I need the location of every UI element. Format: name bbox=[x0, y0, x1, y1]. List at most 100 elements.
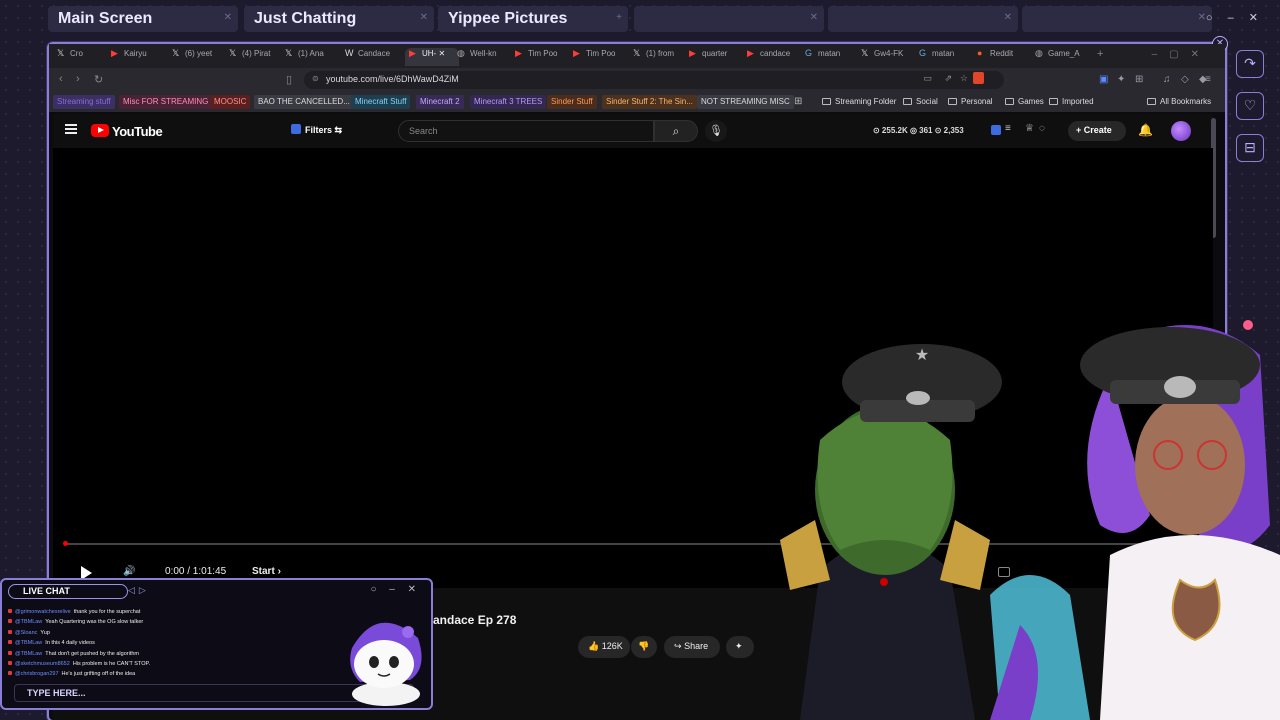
url-field[interactable]: ⊜ youtube.com/live/6DhWawD4ZiM ▭ ⇗ ☆ bbox=[304, 71, 1004, 89]
chat-icon[interactable]: ◌ bbox=[1039, 123, 1045, 134]
bookmark-item[interactable]: Streaming stuff bbox=[53, 95, 115, 109]
scene-tab-label: Just Chatting bbox=[254, 10, 357, 27]
bookmark-folder[interactable]: Imported bbox=[1049, 97, 1094, 106]
close-icon[interactable]: ✕ bbox=[1004, 12, 1012, 23]
chat-username: @TBMLaw bbox=[15, 619, 43, 626]
browser-tab[interactable]: 𝕏 (1) Ana bbox=[285, 48, 339, 66]
browser-tab[interactable]: Gmatan bbox=[805, 48, 859, 66]
extension-icon[interactable]: ⊞ bbox=[1135, 74, 1143, 85]
chevron-left-icon[interactable]: ◁ bbox=[128, 585, 139, 595]
scene-tab-empty[interactable]: ✕ bbox=[1022, 6, 1212, 32]
site-info-icon[interactable]: ⊜ bbox=[312, 74, 319, 83]
avatar[interactable] bbox=[1171, 121, 1191, 141]
browser-tab[interactable]: 𝕏 (6) yeet bbox=[172, 48, 226, 66]
bookmark-item[interactable]: Minecraft 2 bbox=[416, 95, 464, 109]
wallet-icon[interactable]: ◇ bbox=[1181, 74, 1189, 85]
bookmark-folder[interactable]: Games bbox=[1005, 97, 1044, 106]
filters-button[interactable]: Filters ⇆ bbox=[291, 124, 342, 136]
chat-window-controls[interactable]: ○ – ✕ bbox=[370, 584, 421, 595]
music-icon[interactable]: ♫ bbox=[1163, 74, 1171, 85]
scene-tab-main-screen[interactable]: Main Screen ✕ bbox=[48, 6, 238, 32]
scene-tab-empty[interactable]: ✕ bbox=[634, 6, 824, 32]
browser-tab[interactable]: ▶ quarter bbox=[689, 48, 743, 66]
browser-tab[interactable]: ▶ UH- ✕ bbox=[405, 48, 459, 66]
scene-tab-just-chatting[interactable]: Just Chatting ✕ bbox=[244, 6, 434, 32]
bookmark-folder[interactable]: Social bbox=[903, 97, 938, 106]
close-icon[interactable]: ✕ bbox=[1198, 12, 1206, 23]
ai-button[interactable]: ✦ bbox=[726, 636, 754, 658]
browser-tab[interactable]: 𝕏 (4) Pirat bbox=[229, 48, 283, 66]
bookmark-item[interactable]: MOOSIC bbox=[210, 95, 251, 109]
brave-shield-icon[interactable] bbox=[973, 72, 984, 84]
progress-scrubber[interactable] bbox=[63, 541, 68, 546]
bookmark-folder[interactable]: Personal bbox=[948, 97, 993, 106]
create-button[interactable]: + Create bbox=[1068, 121, 1126, 141]
share-arrow-icon[interactable]: ↷ bbox=[1236, 50, 1264, 78]
chat-nav[interactable]: ◁▷ bbox=[128, 585, 150, 596]
filter-extension-icon bbox=[291, 124, 301, 134]
close-icon[interactable]: ✕ bbox=[420, 12, 428, 23]
hamburger-menu-icon[interactable] bbox=[65, 124, 77, 134]
scene-tab-yippee-pictures[interactable]: Yippee Pictures + bbox=[438, 6, 628, 32]
browser-tab[interactable]: ▶ Tim Poo bbox=[573, 48, 627, 66]
share-icon[interactable]: ⇗ bbox=[944, 73, 952, 84]
browser-tab[interactable]: ▶ Kairyu bbox=[111, 48, 165, 66]
extension-icon[interactable]: ✦ bbox=[1117, 74, 1125, 85]
browser-tab[interactable]: 𝕏 Cro bbox=[57, 48, 111, 66]
notifications-bell-icon[interactable]: 🔔 bbox=[1138, 123, 1153, 137]
youtube-logo-icon[interactable] bbox=[91, 124, 109, 137]
back-icon[interactable]: ‹ bbox=[59, 73, 63, 85]
close-icon[interactable]: ✕ bbox=[224, 12, 232, 23]
close-icon[interactable]: + bbox=[616, 12, 622, 23]
bookmark-icon[interactable]: ⊟ bbox=[1236, 134, 1264, 162]
extension-icon[interactable]: ▣ bbox=[1099, 74, 1108, 85]
close-icon[interactable]: ✕ bbox=[436, 49, 445, 58]
all-bookmarks[interactable]: All Bookmarks bbox=[1147, 97, 1211, 106]
browser-tab[interactable]: Gmatan bbox=[919, 48, 973, 66]
dislike-button[interactable]: 👎 bbox=[631, 636, 657, 658]
like-button[interactable]: 👍 126K bbox=[578, 636, 630, 658]
star-icon[interactable]: ☆ bbox=[960, 73, 968, 84]
reload-icon[interactable]: ↻ bbox=[94, 73, 103, 86]
volume-icon[interactable]: 🔊 bbox=[123, 566, 135, 577]
search-input[interactable]: Search bbox=[398, 120, 654, 142]
list-icon[interactable]: ≡ bbox=[1005, 123, 1011, 134]
apps-grid-icon[interactable]: ⊞ bbox=[794, 96, 802, 107]
window-controls[interactable]: ○ – ✕ bbox=[1206, 11, 1264, 24]
youtube-logo-text[interactable]: YouTube bbox=[112, 124, 163, 139]
bookmark-item[interactable]: Sinder Stuff 2: The Sin... bbox=[602, 95, 697, 109]
scene-tab-empty[interactable]: ✕ bbox=[828, 6, 1018, 32]
bookmark-icon[interactable]: ▯ bbox=[286, 73, 292, 86]
new-tab-icon[interactable]: + bbox=[1097, 48, 1103, 60]
youtube-icon: ▶ bbox=[747, 48, 754, 58]
bookmark-folder[interactable]: Streaming Folder bbox=[822, 97, 896, 106]
browser-tab[interactable]: 𝕏 Gw4-FK bbox=[861, 48, 915, 66]
chevron-right-icon[interactable]: ▷ bbox=[139, 585, 150, 595]
bookmark-item[interactable]: Sinder Stuff bbox=[547, 95, 597, 109]
browser-tab[interactable]: ● Reddit bbox=[977, 48, 1031, 66]
bookmark-item[interactable]: Minecraft Stuff bbox=[351, 95, 411, 109]
browser-tab[interactable]: ◍ Game_A bbox=[1035, 48, 1089, 66]
browser-tab[interactable]: W Candace bbox=[345, 48, 399, 66]
chapter-button[interactable]: Start › bbox=[252, 566, 281, 577]
browser-tab[interactable]: ▶ candace bbox=[747, 48, 801, 66]
browser-window-controls[interactable]: –▢✕ bbox=[1152, 49, 1211, 60]
search-button[interactable]: ⌕ bbox=[654, 120, 698, 142]
hamburger-menu-icon[interactable]: ≡ bbox=[1205, 74, 1211, 85]
bookmark-item[interactable]: BAO THE CANCELLED... bbox=[254, 95, 354, 109]
chat-message: @sketchmuseum8652 His problem is he CAN'T… bbox=[8, 659, 338, 669]
forward-icon[interactable]: › bbox=[76, 73, 80, 85]
browser-tab[interactable]: 𝕏 (1) from bbox=[633, 48, 687, 66]
cast-icon[interactable]: ▭ bbox=[923, 73, 932, 84]
bookmark-item[interactable]: NOT STREAMING MISC bbox=[697, 95, 794, 109]
bookmark-item[interactable]: Misc FOR STREAMING bbox=[119, 95, 213, 109]
browser-tab[interactable]: ◍ Well-kn bbox=[457, 48, 511, 66]
share-button[interactable]: ↪ Share bbox=[664, 636, 720, 658]
voice-search-button[interactable]: 🎙 bbox=[705, 120, 727, 142]
bookmark-item[interactable]: Minecraft 3 TREES bbox=[470, 95, 547, 109]
trophy-icon[interactable]: ♕ bbox=[1025, 123, 1034, 134]
heart-icon[interactable]: ♡ bbox=[1236, 92, 1264, 120]
close-icon[interactable]: ✕ bbox=[810, 12, 818, 23]
browser-tab[interactable]: ▶ Tim Poo bbox=[515, 48, 569, 66]
extension-icon[interactable] bbox=[991, 125, 1001, 135]
